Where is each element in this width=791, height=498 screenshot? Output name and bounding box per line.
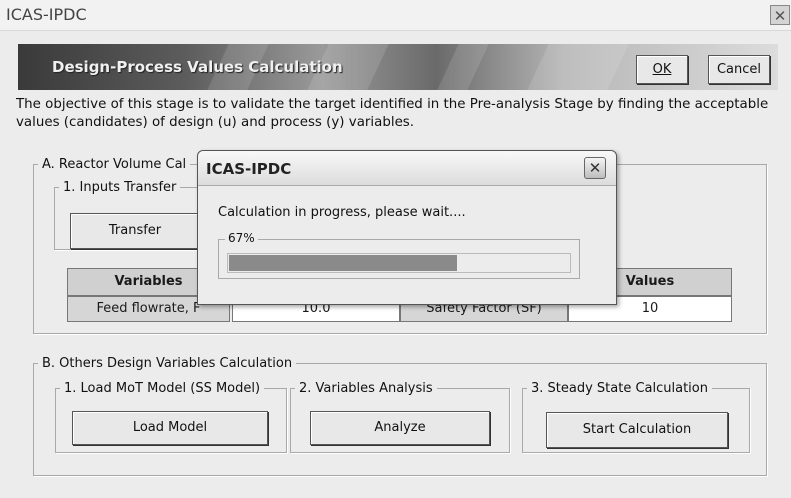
steady-state-legend: 3. Steady State Calculation	[531, 381, 708, 396]
analyze-button[interactable]: Analyze	[310, 411, 490, 445]
progress-bar-fill	[229, 255, 457, 271]
title-bar: ICAS-IPDC ✕	[0, 0, 791, 31]
load-model-button-label: Load Model	[132, 420, 208, 435]
banner-decoration	[527, 44, 629, 90]
close-icon[interactable]: ✕	[770, 5, 790, 25]
ok-button-label: OK	[652, 62, 672, 77]
other-design-variables-legend: B. Others Design Variables Calculation	[42, 356, 293, 371]
load-model-button[interactable]: Load Model	[72, 411, 268, 445]
objective-text: The objective of this stage is to valida…	[16, 97, 769, 130]
dialog-title-bar: ICAS-IPDC ✕	[198, 151, 616, 186]
variables-analysis-legend: 2. Variables Analysis	[299, 381, 433, 396]
dialog-title: ICAS-IPDC	[206, 160, 292, 178]
reactor-volume-legend: A. Reactor Volume Cal	[42, 157, 187, 172]
dialog-close-icon[interactable]: ✕	[584, 157, 606, 179]
window-title: ICAS-IPDC	[6, 5, 87, 24]
transfer-button[interactable]: Transfer	[70, 213, 200, 249]
inputs-transfer-legend: 1. Inputs Transfer	[63, 180, 177, 195]
ok-button[interactable]: OK	[636, 55, 688, 84]
start-calculation-button-label: Start Calculation	[582, 422, 692, 437]
progress-message: Calculation in progress, please wait....	[218, 205, 466, 220]
start-calculation-button[interactable]: Start Calculation	[546, 412, 728, 448]
banner-title: Design-Process Values Calculation	[52, 58, 343, 76]
cancel-button[interactable]: Cancel	[708, 55, 770, 84]
load-mot-model-legend: 1. Load MoT Model (SS Model)	[64, 381, 261, 396]
banner-decoration	[437, 44, 489, 90]
analyze-button-label: Analyze	[374, 420, 426, 435]
progress-percent: 67%	[225, 231, 258, 245]
progress-frame: 67%	[218, 231, 580, 279]
cancel-button-label: Cancel	[716, 62, 762, 77]
progress-dialog: ICAS-IPDC ✕ Calculation in progress, ple…	[197, 150, 617, 305]
progress-bar	[227, 253, 571, 273]
transfer-button-label: Transfer	[108, 223, 162, 238]
